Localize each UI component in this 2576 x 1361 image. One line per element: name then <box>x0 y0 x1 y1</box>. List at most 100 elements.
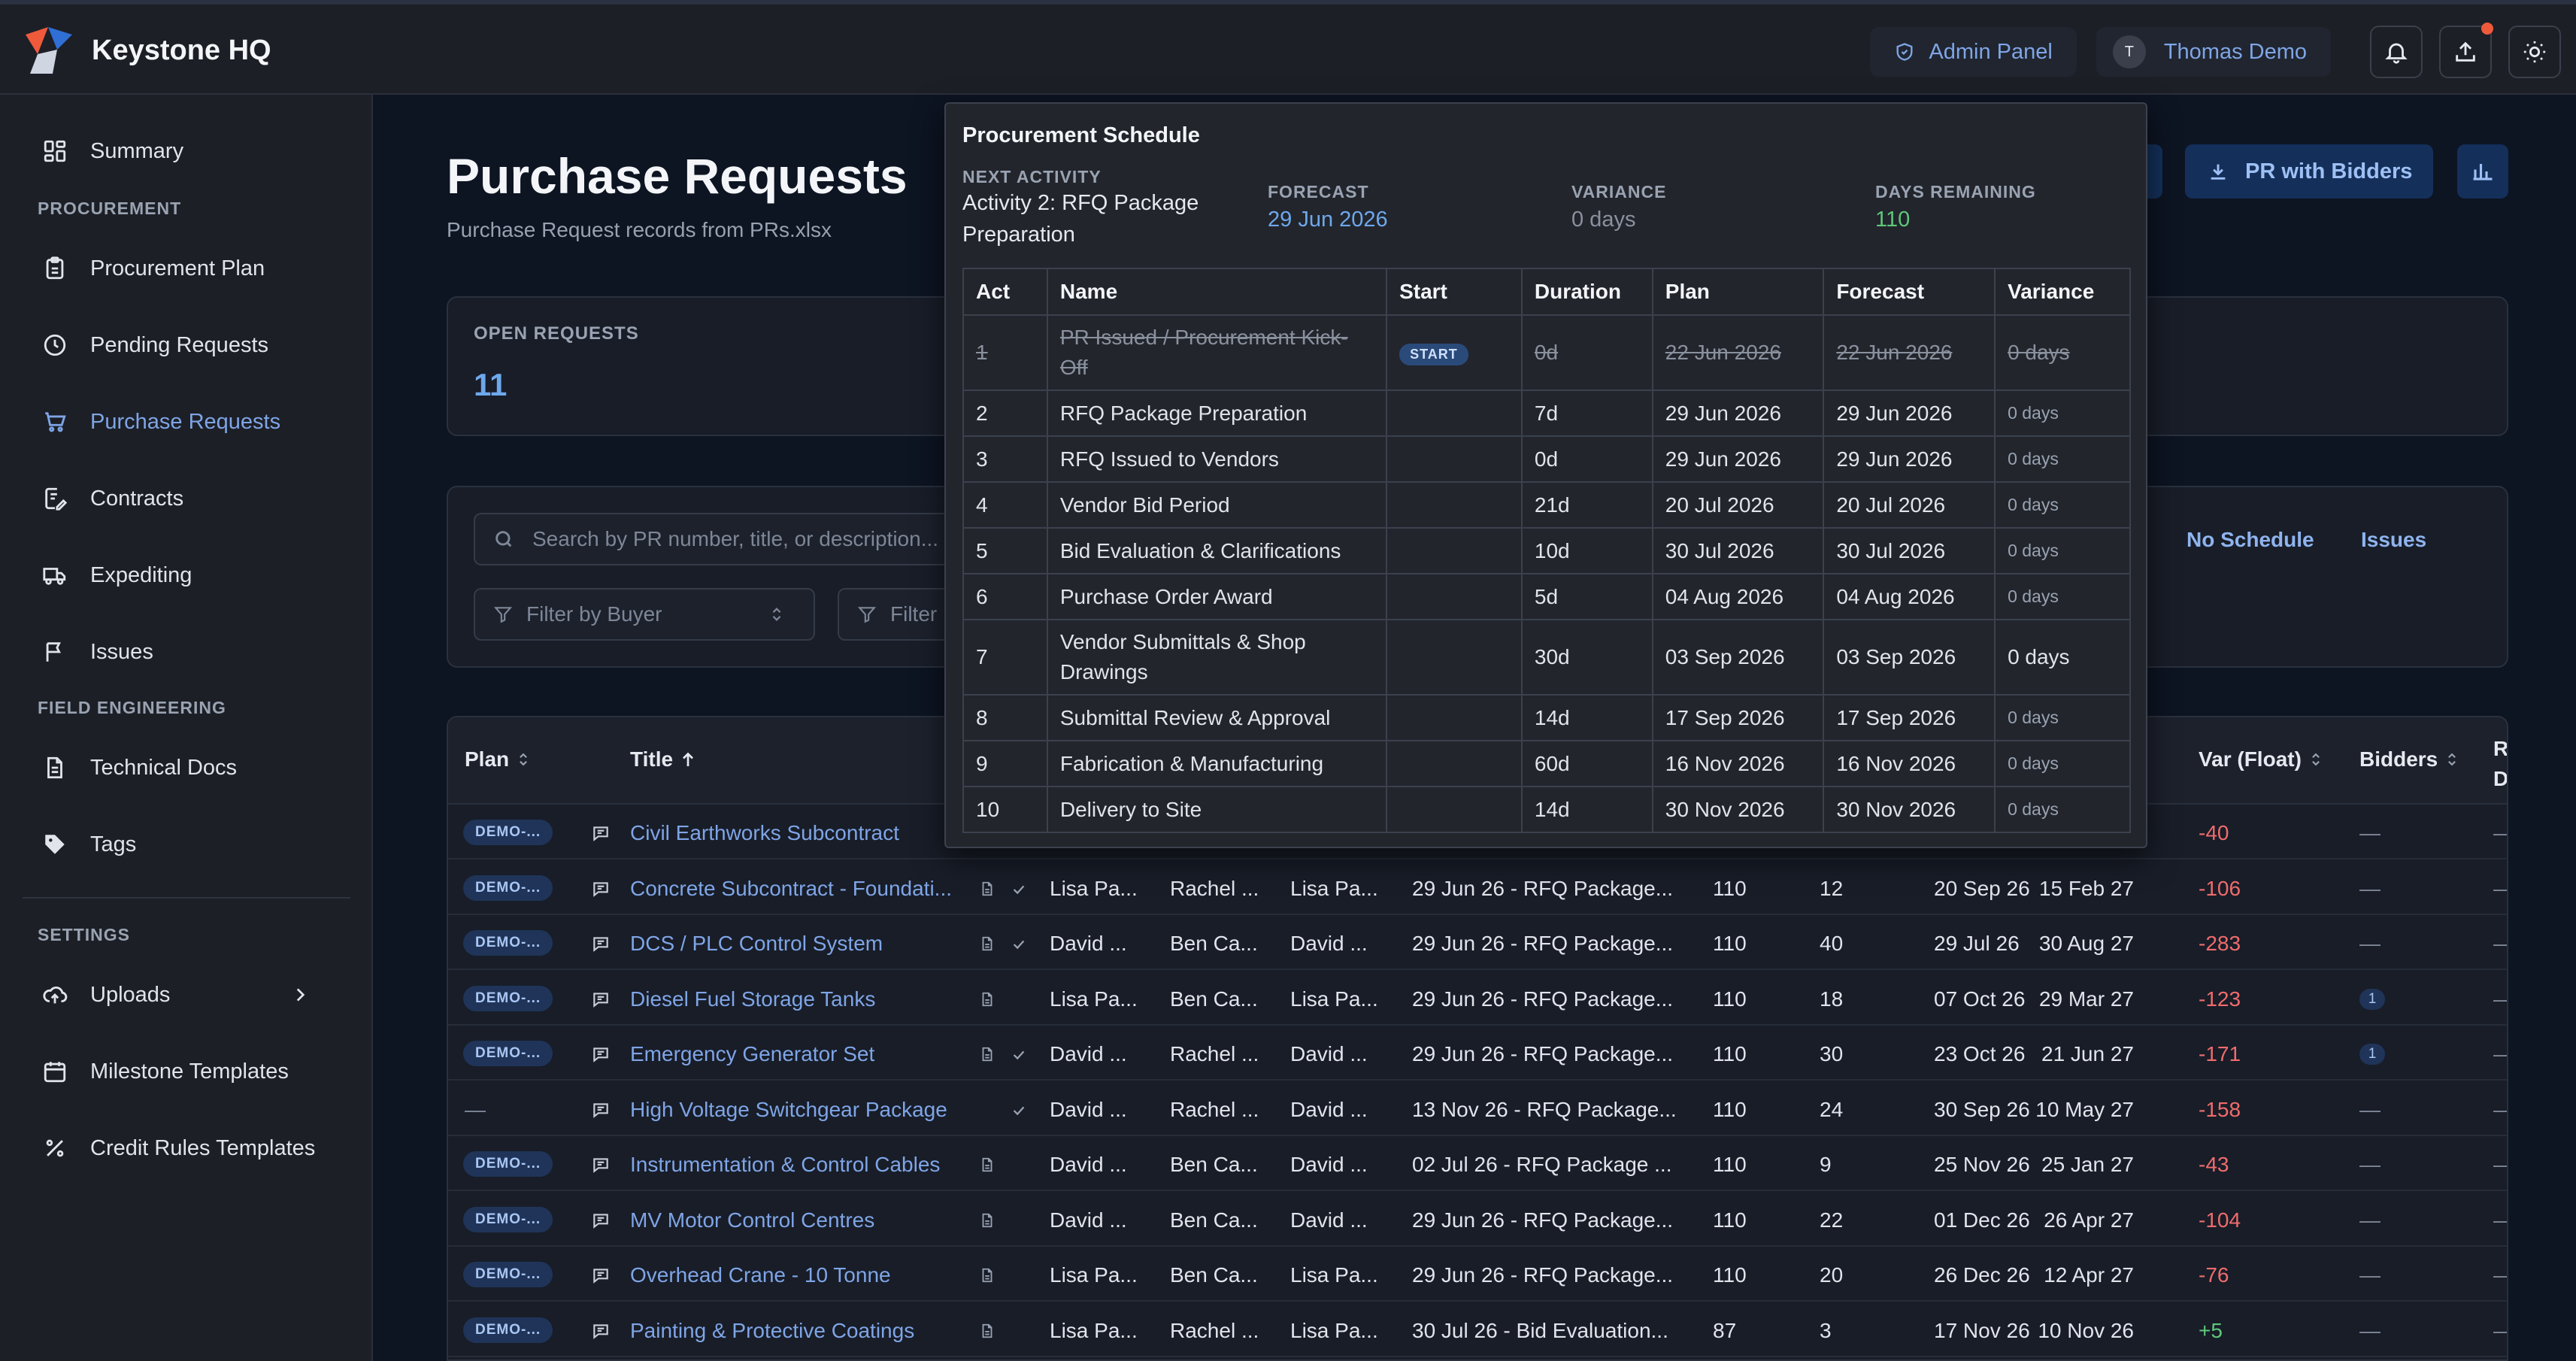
toolbar-button-partial[interactable] <box>2147 144 2162 199</box>
sidebar-item-summary[interactable]: Summary <box>23 125 353 177</box>
title-link[interactable]: High Voltage Switchgear Package <box>630 1098 947 1122</box>
title-link[interactable]: Painting & Protective Coatings <box>630 1319 914 1343</box>
sidebar-item-credit-rules[interactable]: Credit Rules Templates <box>23 1122 353 1175</box>
activity-name-line: Purchase Order Award <box>1059 584 1273 608</box>
column-r-d-partial[interactable]: R D <box>2493 734 2507 794</box>
pr-with-bidders-button[interactable]: PR with Bidders <box>2185 144 2433 199</box>
comment-icon[interactable] <box>591 1211 611 1230</box>
duration-cell: 60d <box>1520 740 1653 787</box>
act-cell: 6 <box>962 573 1048 620</box>
name-cell: Vendor Submittals & Shop Drawings <box>1046 619 1388 696</box>
owner-cell: David ... <box>1290 1097 1368 1121</box>
theme-toggle-button[interactable] <box>2508 26 2561 78</box>
next-activity-cell: 29 Jun 26 - RFQ Package... <box>1412 1263 1674 1287</box>
document-icon[interactable] <box>979 1045 996 1063</box>
title-link[interactable]: Diesel Fuel Storage Tanks <box>630 987 875 1011</box>
title-link[interactable]: Civil Earthworks Subcontract <box>630 821 899 845</box>
plan-badge[interactable]: DEMO-... <box>463 1206 553 1232</box>
buyer-filter-select[interactable]: Filter by Buyer <box>474 588 815 641</box>
user-menu-button[interactable]: T Thomas Demo <box>2096 27 2331 77</box>
activity-name-line: RFQ Package Preparation <box>1059 401 1308 425</box>
start-cell <box>1386 694 1523 741</box>
admin-panel-button[interactable]: Admin Panel <box>1870 27 2077 77</box>
comment-icon[interactable] <box>591 934 611 953</box>
document-icon[interactable] <box>979 1211 996 1229</box>
plan-badge[interactable]: DEMO-... <box>463 930 553 956</box>
days-cell: 110 <box>1713 987 1747 1011</box>
bidders-count-badge[interactable]: 1 <box>2359 988 2385 1010</box>
forecast-date-cell: 17 Sep 2026 <box>1823 694 1996 741</box>
comment-icon[interactable] <box>591 1266 611 1285</box>
plan-badge[interactable]: DEMO-... <box>463 820 553 845</box>
brand[interactable]: Keystone HQ <box>23 24 271 77</box>
sidebar-item-technical-docs[interactable]: Technical Docs <box>23 741 353 794</box>
secondary-filter-select[interactable]: Filter <box>838 588 958 641</box>
document-icon[interactable] <box>979 935 996 953</box>
table-row[interactable]: DEMO-... Instrumentation & Control Cables… <box>448 1136 2507 1191</box>
sidebar-item-procurement-plan[interactable]: Procurement Plan <box>23 242 353 295</box>
sidebar-item-uploads[interactable]: Uploads <box>23 968 353 1021</box>
sidebar-item-issues[interactable]: Issues <box>23 626 353 678</box>
filter-icon <box>493 607 513 623</box>
document-icon[interactable] <box>979 990 996 1008</box>
no-schedule-filter[interactable]: No Schedule <box>2167 517 2334 562</box>
title-link[interactable]: Concrete Subcontract - Foundati... <box>630 877 952 901</box>
comment-icon[interactable] <box>591 1321 611 1341</box>
column-title[interactable]: Title <box>630 747 696 771</box>
bidders-count-badge[interactable]: 1 <box>2359 1044 2385 1065</box>
chart-view-button[interactable] <box>2457 144 2508 199</box>
table-row[interactable]: DEMO-... Overhead Crane - 10 Tonne Lisa Pa… <box>448 1247 2507 1302</box>
title-link[interactable]: MV Motor Control Centres <box>630 1208 874 1232</box>
document-icon[interactable] <box>979 880 996 898</box>
upload-button[interactable] <box>2439 23 2493 78</box>
column-var-float[interactable]: Var (Float) <box>2199 747 2323 771</box>
comment-icon[interactable] <box>591 823 611 843</box>
title-link[interactable]: DCS / PLC Control System <box>630 932 883 956</box>
plan-badge[interactable]: DEMO-... <box>463 985 553 1011</box>
sidebar-item-purchase-requests[interactable]: Purchase Requests <box>23 396 353 448</box>
plan-badge[interactable]: DEMO-... <box>463 1151 553 1177</box>
document-icon[interactable] <box>979 1322 996 1340</box>
popover-title: Procurement Schedule <box>962 123 1200 147</box>
plan-badge[interactable]: DEMO-... <box>463 1262 553 1287</box>
comment-icon[interactable] <box>591 990 611 1009</box>
comment-icon[interactable] <box>591 879 611 899</box>
search-input[interactable]: Search by PR number, title, or descripti… <box>474 513 1000 565</box>
sidebar-item-pending-requests[interactable]: Pending Requests <box>23 319 353 371</box>
document-icon[interactable] <box>979 1266 996 1284</box>
document-icon[interactable] <box>979 1156 996 1174</box>
notifications-button[interactable] <box>2370 26 2423 78</box>
comment-icon[interactable] <box>591 1155 611 1175</box>
requester-cell: Rachel ... <box>1170 1097 1259 1121</box>
title-link[interactable]: Instrumentation & Control Cables <box>630 1153 940 1177</box>
sidebar-item-contracts[interactable]: Contracts <box>23 472 353 525</box>
table-row[interactable]: DEMO-... Emergency Generator Set David ...… <box>448 1026 2507 1081</box>
title-link[interactable]: Overhead Crane - 10 Tonne <box>630 1263 891 1287</box>
comment-icon[interactable] <box>591 1044 611 1064</box>
column-plan[interactable]: Plan <box>465 747 530 771</box>
plan-badge[interactable]: DEMO-... <box>463 874 553 901</box>
issues-filter[interactable]: Issues <box>2341 517 2446 562</box>
comment-icon[interactable] <box>591 1100 611 1120</box>
table-row[interactable]: DEMO-... Concrete Subcontract - Foundati.… <box>448 860 2507 915</box>
table-row[interactable]: DEMO-... MV Motor Control Centres David ..… <box>448 1192 2507 1247</box>
act-cell: 8 <box>962 694 1048 741</box>
schedule-row: 10 Delivery to Site 14d 30 Nov 2026 30 Nov 2… <box>962 786 2131 833</box>
var-float-cell: -123 <box>2199 987 2241 1011</box>
sidebar-item-milestone-templates[interactable]: Milestone Templates <box>23 1045 353 1098</box>
column-bidders[interactable]: Bidders <box>2359 747 2459 771</box>
sidebar: Summary PROCUREMENT Procurement Plan Pen… <box>0 95 373 1361</box>
table-row[interactable]: — High Voltage Switchgear Package David ..… <box>448 1081 2507 1136</box>
plan-badge[interactable]: DEMO-... <box>463 1041 553 1066</box>
table-row[interactable]: DEMO-... Diesel Fuel Storage Tanks Lisa Pa… <box>448 971 2507 1026</box>
plan-badge[interactable]: DEMO-... <box>463 1317 553 1343</box>
sidebar-item-expediting[interactable]: Expediting <box>23 549 353 602</box>
title-link[interactable]: Emergency Generator Set <box>630 1042 874 1066</box>
table-row[interactable]: DEMO-... Painting & Protective Coatings Li… <box>448 1302 2507 1357</box>
duration-cell: 7d <box>1520 390 1653 437</box>
duration-cell: 0d <box>1520 435 1653 483</box>
owner-cell: Lisa Pa... <box>1290 1263 1378 1287</box>
sidebar-item-tags[interactable]: Tags <box>23 818 353 871</box>
table-row[interactable]: DEMO-... DCS / PLC Control System David ..… <box>448 915 2507 970</box>
float-cell: 20 <box>1820 1263 1844 1287</box>
